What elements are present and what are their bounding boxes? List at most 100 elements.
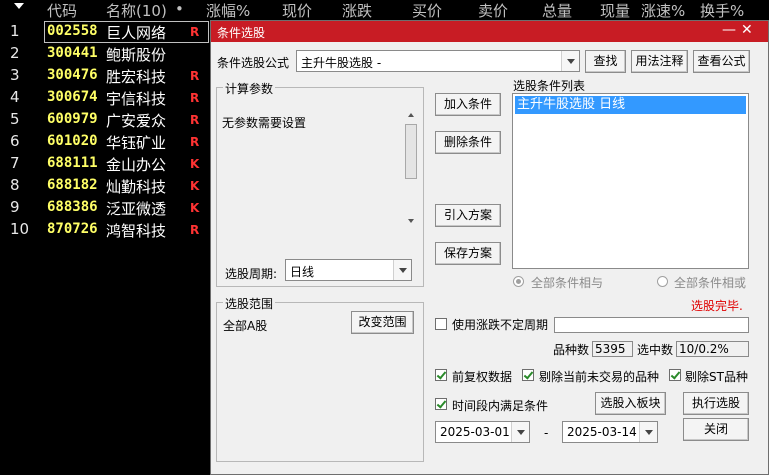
chevron-down-icon[interactable] xyxy=(639,422,657,442)
adj-checkbox[interactable] xyxy=(435,369,447,381)
row-number: 10 xyxy=(10,220,30,238)
use-period-label[interactable]: 使用涨跌不定周期 xyxy=(452,316,548,333)
formula-value: 主升牛股选股 - xyxy=(301,56,382,70)
delete-condition-button[interactable]: 删除条件 xyxy=(435,131,501,154)
use-period-checkbox[interactable] xyxy=(435,318,447,330)
stock-name: 泛亚微透 xyxy=(106,200,167,218)
menu-triangle-icon[interactable] xyxy=(14,3,24,9)
col-change[interactable]: 涨跌 xyxy=(342,0,372,21)
date-to-value: 2025-03-14 xyxy=(567,425,637,439)
stock-row[interactable]: 5 600979 广安爱众 R xyxy=(0,109,210,131)
radio-all-and-label[interactable]: 全部条件相与 xyxy=(531,274,603,291)
row-number: 2 xyxy=(10,44,20,62)
col-name[interactable]: 名称(10) xyxy=(106,0,167,21)
condition-list-title: 选股条件列表 xyxy=(513,79,586,93)
exclude-st-checkbox[interactable] xyxy=(669,369,681,381)
condition-list-item[interactable]: 主升牛股选股 日线 xyxy=(515,96,746,114)
save-plan-button[interactable]: 保存方案 xyxy=(435,242,501,265)
stock-name: 宇信科技 xyxy=(106,90,167,108)
formula-select[interactable]: 主升牛股选股 - xyxy=(296,50,580,72)
row-number: 6 xyxy=(10,132,20,150)
date-from-value: 2025-03-01 xyxy=(440,425,510,439)
range-group: 选股范围 全部A股 改变范围 xyxy=(216,295,424,462)
period-select[interactable]: 日线 xyxy=(285,259,412,281)
col-code[interactable]: 代码 xyxy=(47,0,77,21)
close-icon[interactable]: ✕ xyxy=(741,22,753,38)
stock-row[interactable]: 6 601020 华钰矿业 R xyxy=(0,131,210,153)
condition-list[interactable]: 主升牛股选股 日线 xyxy=(512,93,749,269)
col-volume[interactable]: 总量 xyxy=(542,0,572,21)
stock-badge: R xyxy=(190,223,200,237)
within-period-label[interactable]: 时间段内满足条件 xyxy=(452,397,548,414)
radio-all-or[interactable] xyxy=(657,276,668,287)
minimize-icon[interactable]: — xyxy=(722,22,736,38)
find-button[interactable]: 查找 xyxy=(585,50,626,73)
col-turnover[interactable]: 换手% xyxy=(700,0,744,21)
row-number: 7 xyxy=(10,154,20,172)
count-label: 品种数 xyxy=(553,343,590,357)
exclude-untraded-label[interactable]: 剔除当前未交易的品种 xyxy=(539,368,659,385)
stock-row[interactable]: 10 870726 鸿智科技 R xyxy=(0,219,210,241)
stock-row[interactable]: 8 688182 灿勤科技 K xyxy=(0,175,210,197)
stock-name: 金山办公 xyxy=(106,156,167,174)
stock-code: 300674 xyxy=(47,89,98,105)
radio-all-or-label[interactable]: 全部条件相或 xyxy=(674,274,746,291)
row-number: 1 xyxy=(10,22,20,40)
import-plan-button[interactable]: 引入方案 xyxy=(435,204,501,227)
col-bid[interactable]: 买价 xyxy=(412,0,442,21)
change-range-button[interactable]: 改变范围 xyxy=(351,311,414,334)
stock-code: 300441 xyxy=(47,45,98,61)
selected-value: 10/0.2% xyxy=(679,342,729,356)
params-scrollbar[interactable] xyxy=(404,108,419,228)
col-cur-volume[interactable]: 现量 xyxy=(600,0,630,21)
stock-code: 688386 xyxy=(47,199,98,215)
scroll-up-icon[interactable] xyxy=(404,108,419,122)
within-period-checkbox[interactable] xyxy=(435,398,447,410)
scroll-thumb[interactable] xyxy=(405,124,417,179)
stock-code: 300476 xyxy=(47,67,98,83)
col-price[interactable]: 现价 xyxy=(282,0,312,21)
to-block-button[interactable]: 选股入板块 xyxy=(595,392,666,415)
col-change-pct[interactable]: 涨幅% xyxy=(206,0,250,21)
stock-row[interactable]: 1 002558 巨人网络 R xyxy=(0,21,210,43)
dialog-title-bar[interactable]: 条件选股 — ✕ xyxy=(211,21,768,42)
add-condition-button[interactable]: 加入条件 xyxy=(435,93,501,116)
stock-row[interactable]: 3 300476 胜宏科技 R xyxy=(0,65,210,87)
stock-name: 广安爱众 xyxy=(106,112,167,130)
date-from-select[interactable]: 2025-03-01 xyxy=(435,421,530,443)
stock-name: 鸿智科技 xyxy=(106,222,167,240)
usage-button[interactable]: 用法注释 xyxy=(631,50,688,73)
stock-code: 600979 xyxy=(47,111,98,127)
stock-code: 870726 xyxy=(47,221,98,237)
stock-badge: R xyxy=(190,135,200,149)
close-button[interactable]: 关闭 xyxy=(683,418,749,441)
period-input[interactable] xyxy=(554,317,749,333)
exclude-untraded-checkbox[interactable] xyxy=(522,369,534,381)
chevron-down-icon[interactable] xyxy=(511,422,529,442)
stock-row[interactable]: 4 300674 宇信科技 R xyxy=(0,87,210,109)
count-field: 5395 xyxy=(592,341,633,357)
stock-name: 华钰矿业 xyxy=(106,134,167,152)
scroll-down-icon[interactable] xyxy=(404,214,419,228)
chevron-down-icon[interactable] xyxy=(393,260,411,280)
stock-row[interactable]: 7 688111 金山办公 K xyxy=(0,153,210,175)
params-text: 无参数需要设置 xyxy=(222,116,307,130)
col-ask[interactable]: 卖价 xyxy=(478,0,508,21)
row-number: 4 xyxy=(10,88,20,106)
stock-row[interactable]: 9 688386 泛亚微透 K xyxy=(0,197,210,219)
stock-name: 胜宏科技 xyxy=(106,68,167,86)
column-header: 代码 名称(10) • 涨幅% 现价 涨跌 买价 卖价 总量 现量 涨速% 换手… xyxy=(0,0,769,20)
params-group-title: 计算参数 xyxy=(223,80,276,97)
stock-badge: R xyxy=(190,69,200,83)
exclude-st-label[interactable]: 剔除ST品种 xyxy=(685,368,748,385)
stock-code: 601020 xyxy=(47,133,98,149)
execute-button[interactable]: 执行选股 xyxy=(683,392,749,415)
chevron-down-icon[interactable] xyxy=(561,51,579,71)
col-speed[interactable]: 涨速% xyxy=(641,0,685,21)
date-to-select[interactable]: 2025-03-14 xyxy=(562,421,658,443)
params-group: 计算参数 无参数需要设置 选股周期: 日线 xyxy=(216,80,424,287)
adj-label[interactable]: 前复权数据 xyxy=(452,368,512,385)
view-formula-button[interactable]: 查看公式 xyxy=(693,50,750,73)
stock-row[interactable]: 2 300441 鲍斯股份 xyxy=(0,43,210,65)
radio-all-and[interactable] xyxy=(513,276,524,287)
